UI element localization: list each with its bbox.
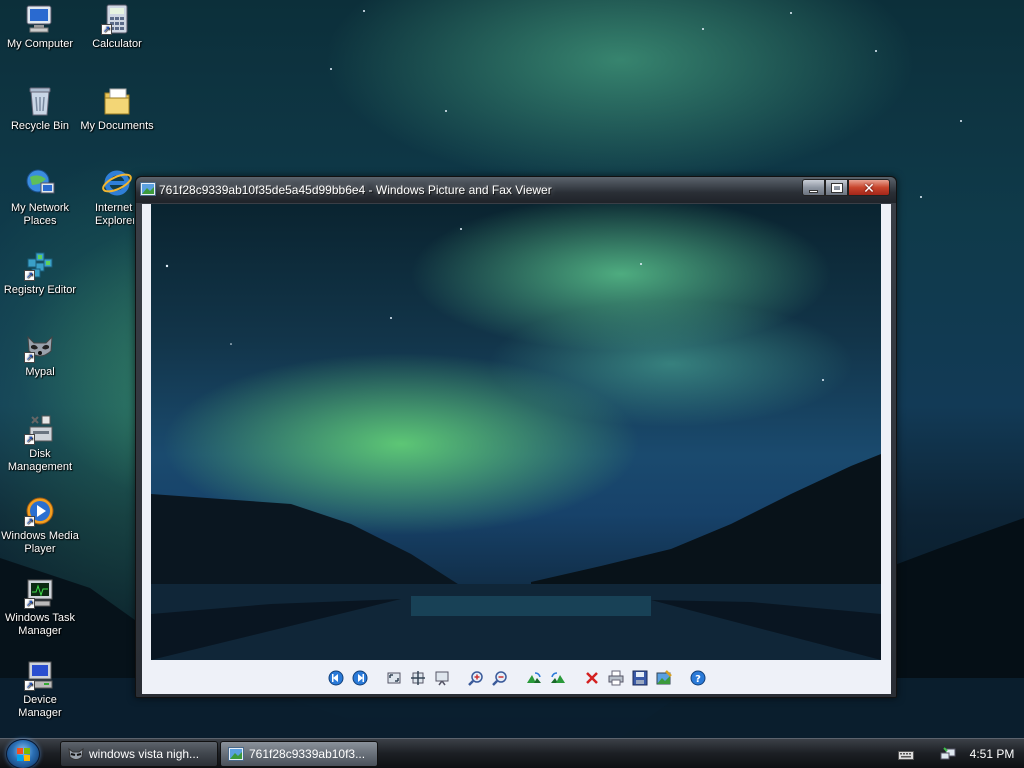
desktop-icon-label: Windows Media Player (1, 530, 79, 555)
desktop-icon-label: Calculator (92, 38, 142, 50)
edit-icon (656, 670, 672, 685)
help-button[interactable]: ? (690, 670, 706, 686)
maximize-icon (830, 182, 843, 193)
picture-viewer-icon (140, 182, 156, 196)
displayed-image[interactable] (151, 204, 881, 660)
desktop-icon-windows-task-manager[interactable]: ↗ Windows Task Manager (1, 577, 79, 638)
shortcut-arrow-icon: ↗ (24, 352, 35, 363)
desktop-icon-label: Mypal (25, 366, 55, 378)
svg-text:?: ? (695, 674, 701, 685)
folder-icon (101, 85, 133, 117)
desktop-icon-calculator[interactable]: ↗ Calculator (78, 3, 156, 51)
task-manager-icon: ↗ (24, 577, 56, 609)
desktop-icon-device-manager[interactable]: ↗ Device Manager (1, 659, 79, 720)
desktop-icon-label: Recycle Bin (10, 120, 70, 132)
previous-image-icon (328, 670, 343, 686)
picture-viewer-icon (228, 747, 244, 761)
shortcut-arrow-icon: ↗ (24, 270, 35, 281)
best-fit-icon (387, 672, 400, 684)
calculator-icon: ↗ (101, 3, 133, 35)
shortcut-arrow-icon: ↗ (101, 24, 112, 35)
my-computer-icon (24, 3, 56, 35)
taskbar-button-picture-viewer[interactable]: 761f28c9339ab10f3... (220, 741, 378, 767)
actual-size-icon (410, 671, 425, 685)
zoom-in-icon (467, 671, 483, 686)
save-icon (632, 670, 647, 686)
network-status-icon[interactable] (940, 747, 956, 761)
rotate-counterclockwise-icon (550, 672, 565, 683)
shortcut-arrow-icon: ↗ (24, 680, 35, 691)
minimize-button[interactable] (802, 179, 825, 196)
desktop-icon-mypal[interactable]: ↗ Mypal (1, 331, 79, 379)
shortcut-arrow-icon: ↗ (24, 516, 35, 527)
desktop-icon-label: Internet Explorer (95, 202, 134, 227)
actual-size-button[interactable] (410, 670, 426, 686)
keyboard-icon[interactable] (898, 748, 914, 760)
shortcut-arrow-icon: ↗ (24, 434, 35, 445)
viewer-client-area: ? (142, 204, 891, 694)
previous-image-button[interactable] (328, 670, 344, 686)
edit-button[interactable] (656, 670, 672, 686)
media-player-icon: ↗ (24, 495, 56, 527)
rotate-clockwise-button[interactable] (526, 670, 542, 686)
desktop-icon-label: Device Manager (18, 694, 62, 719)
save-button[interactable] (632, 670, 648, 686)
desktop-icon-disk-management[interactable]: ↗ Disk Management (1, 413, 79, 474)
window-titlebar[interactable]: 761f28c9339ab10f35de5a45d99bb6e4 - Windo… (136, 177, 896, 203)
taskbar-button-label: 761f28c9339ab10f3... (249, 747, 366, 761)
device-manager-icon: ↗ (24, 659, 56, 691)
zoom-out-button[interactable] (491, 670, 508, 686)
desktop-icon-windows-media-player[interactable]: ↗ Windows Media Player (1, 495, 79, 556)
rotate-clockwise-icon (526, 672, 541, 683)
mypal-raccoon-icon: ↗ (24, 331, 56, 363)
taskbar: windows vista nigh... 761f28c9339ab10f3.… (0, 738, 1024, 768)
registry-editor-icon: ↗ (24, 249, 56, 281)
desktop-icon-label: My Documents (80, 120, 154, 132)
delete-icon (585, 672, 598, 684)
desktop-icon-label: Windows Task Manager (4, 612, 76, 637)
desktop-icon-label: My Network Places (10, 202, 70, 227)
recycle-bin-icon (24, 85, 56, 117)
viewer-toolbar: ? (142, 666, 891, 690)
slideshow-button[interactable] (434, 670, 450, 686)
taskbar-button-mypal[interactable]: windows vista nigh... (60, 741, 218, 767)
zoom-out-icon (491, 671, 507, 686)
disk-management-icon: ↗ (24, 413, 56, 445)
mypal-raccoon-icon (68, 747, 84, 760)
desktop-icon-registry-editor[interactable]: ↗ Registry Editor (1, 249, 79, 297)
window-title: 761f28c9339ab10f35de5a45d99bb6e4 - Windo… (159, 183, 552, 197)
desktop-icon-label: My Computer (6, 38, 74, 50)
best-fit-button[interactable] (386, 670, 402, 686)
close-icon: ✕ (863, 179, 875, 196)
start-button[interactable] (6, 739, 40, 768)
windows-logo-icon (17, 748, 30, 761)
taskbar-button-label: windows vista nigh... (89, 747, 200, 761)
next-image-icon (352, 670, 367, 686)
minimize-icon (809, 189, 818, 193)
help-icon: ? (690, 670, 705, 686)
desktop-icon-my-computer[interactable]: My Computer (1, 3, 79, 51)
rotate-counterclockwise-button[interactable] (550, 670, 566, 686)
maximize-button[interactable] (825, 179, 848, 196)
next-image-button[interactable] (352, 670, 368, 686)
internet-explorer-icon (101, 167, 133, 199)
delete-button[interactable] (584, 670, 600, 686)
shortcut-arrow-icon: ↗ (24, 598, 35, 609)
network-globe-icon (24, 167, 56, 199)
print-button[interactable] (608, 670, 624, 686)
picture-viewer-window[interactable]: 761f28c9339ab10f35de5a45d99bb6e4 - Windo… (135, 176, 897, 698)
taskbar-clock[interactable]: 4:51 PM (966, 739, 1018, 768)
desktop-icon-label: Disk Management (7, 448, 73, 473)
desktop-icon-recycle-bin[interactable]: Recycle Bin (1, 85, 79, 133)
print-icon (608, 670, 623, 686)
image-landscape (151, 228, 881, 660)
slideshow-icon (435, 671, 448, 686)
desktop-icon-my-documents[interactable]: My Documents (78, 85, 156, 133)
desktop-icon-label: Registry Editor (3, 284, 77, 296)
zoom-in-button[interactable] (467, 670, 484, 686)
desktop-icon-my-network-places[interactable]: My Network Places (1, 167, 79, 228)
desktop-icon-internet-explorer[interactable]: Internet Explorer (78, 167, 134, 228)
close-button[interactable]: ✕ (848, 179, 890, 196)
